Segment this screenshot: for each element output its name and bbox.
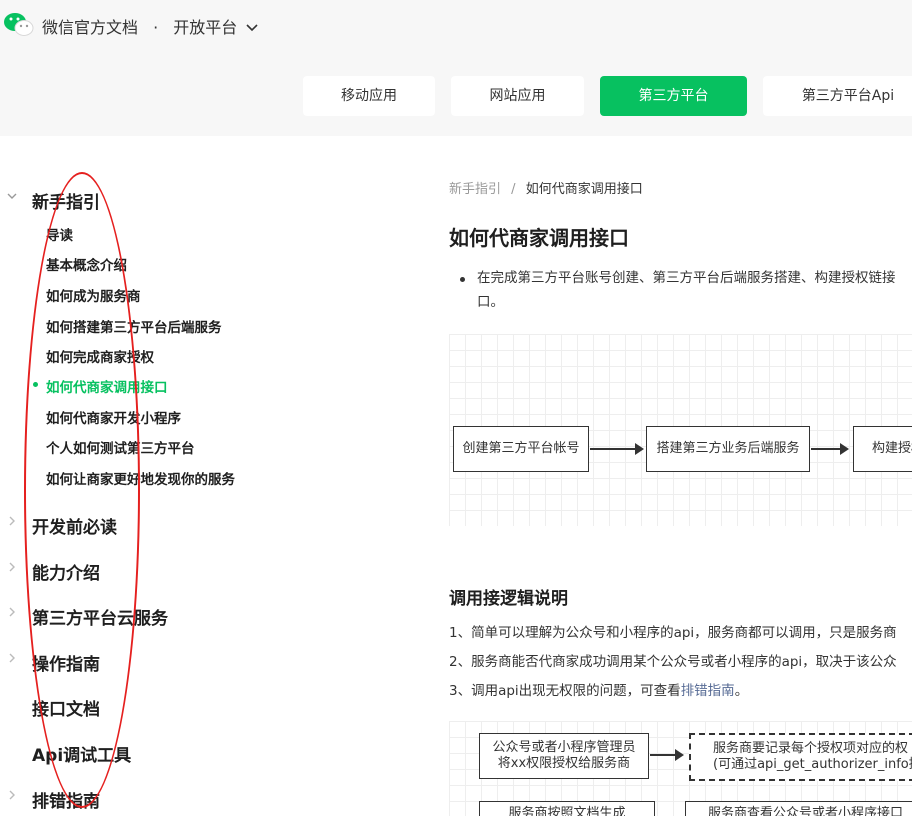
explanation-line: 2、服务商能否代商家成功调用某个公众号或者小程序的api，取决于该公众 <box>449 654 897 670</box>
brand-title[interactable]: 微信官方文档 · 开放平台 <box>42 14 258 38</box>
breadcrumb-separator: / <box>511 182 516 197</box>
sidebar-section-label: 排错指南 <box>32 792 100 812</box>
sidebar-nav: 新手指引 导读 基本概念介绍 如何成为服务商 如何搭建第三方平台后端服务 如何完… <box>0 136 312 816</box>
breadcrumb-parent-link[interactable]: 新手指引 <box>449 182 501 197</box>
main-content: 新手指引 / 如何代商家调用接口 如何代商家调用接口 在完成第三方平台账号创建、… <box>312 136 912 816</box>
logic-step-check-interface: 服务商查看公众号或者小程序接口 <box>685 801 912 816</box>
explanation-line-3: 3、调用api出现无权限的问题，可查看排错指南。 <box>449 679 748 699</box>
logic-step-record-permissions: 服务商要记录每个授权项对应的权 (可通过api_get_authorizer_i… <box>689 733 912 781</box>
sidebar-section-label: 操作指南 <box>32 655 100 675</box>
flow-step-build-backend: 搭建第三方业务后端服务 <box>646 426 810 472</box>
sidebar-section-label: 接口文档 <box>32 700 100 720</box>
top-header: 微信官方文档 · 开放平台 <box>0 0 912 57</box>
intro-line: 在完成第三方平台账号创建、第三方平台后端服务搭建、构建授权链接 <box>477 270 896 286</box>
intro-line: 口。 <box>477 294 504 310</box>
arrow-right-icon <box>650 749 684 761</box>
sidebar-item-become-provider[interactable]: 如何成为服务商 <box>46 285 141 305</box>
box-line: 将xx权限授权给服务商 <box>497 756 631 771</box>
chevron-right-icon[interactable] <box>6 561 18 576</box>
intro-paragraph: 在完成第三方平台账号创建、第三方平台后端服务搭建、构建授权链接 口。 <box>477 266 912 314</box>
arrow-right-icon <box>811 443 849 455</box>
chevron-right-icon[interactable] <box>6 789 18 804</box>
box-line: 服务商要记录每个授权项对应的权 <box>713 741 909 756</box>
tab-third-party-api[interactable]: 第三方平台Api <box>763 76 912 116</box>
flow-step-build-auth: 构建授权 <box>853 426 912 472</box>
flow-step-create-account: 创建第三方平台帐号 <box>453 426 589 472</box>
sidebar-section-label: Api调试工具 <box>32 746 132 766</box>
logic-diagram: 公众号或者小程序管理员 将xx权限授权给服务商 服务商要记录每个授权项对应的权 … <box>449 721 912 816</box>
docs-title[interactable]: 微信官方文档 <box>42 18 138 37</box>
tab-website-app[interactable]: 网站应用 <box>451 76 584 116</box>
box-line: 公众号或者小程序管理员 <box>492 740 636 755</box>
sidebar-item-discover-service[interactable]: 如何让商家更好地发现你的服务 <box>46 468 235 488</box>
sidebar-item-concepts[interactable]: 基本概念介绍 <box>46 254 127 274</box>
chevron-right-icon[interactable] <box>6 515 18 530</box>
troubleshooting-link[interactable]: 排错指南 <box>681 683 735 699</box>
breadcrumb: 新手指引 / 如何代商家调用接口 <box>449 178 643 197</box>
sidebar-section-label: 第三方平台云服务 <box>32 609 168 629</box>
sidebar-section-label: 能力介绍 <box>32 564 100 584</box>
chevron-right-icon[interactable] <box>6 606 18 621</box>
sidebar-section-label: 开发前必读 <box>32 518 117 538</box>
breadcrumb-current: 如何代商家调用接口 <box>525 182 643 197</box>
sidebar-section-label: 新手指引 <box>32 193 100 213</box>
active-item-dot-icon <box>33 382 38 387</box>
chevron-down-icon[interactable] <box>6 190 18 205</box>
sidebar-item-build-backend[interactable]: 如何搭建第三方平台后端服务 <box>46 316 222 336</box>
chevron-down-icon[interactable] <box>246 22 258 36</box>
page-title: 如何代商家调用接口 <box>449 226 629 250</box>
section-heading: 调用接逻辑说明 <box>449 589 568 609</box>
explanation-text: 3、调用api出现无权限的问题，可查看 <box>449 683 681 699</box>
box-line: (可通过api_get_authorizer_info接 <box>713 757 912 772</box>
brand-separator: · <box>153 18 159 37</box>
sidebar-item-intro[interactable]: 导读 <box>46 224 73 244</box>
tab-third-party-platform[interactable]: 第三方平台 <box>600 76 747 116</box>
flow-diagram: 创建第三方平台帐号 搭建第三方业务后端服务 构建授权 <box>449 334 912 526</box>
sidebar-item-personal-test[interactable]: 个人如何测试第三方平台 <box>46 437 195 457</box>
sidebar-item-develop-miniprogram[interactable]: 如何代商家开发小程序 <box>46 407 181 427</box>
wechat-logo-icon[interactable] <box>2 10 36 38</box>
tab-mobile-app[interactable]: 移动应用 <box>303 76 435 116</box>
platform-selector[interactable]: 开放平台 <box>173 18 237 37</box>
arrow-right-icon <box>590 443 644 455</box>
logic-step-admin-authorize: 公众号或者小程序管理员 将xx权限授权给服务商 <box>479 733 649 779</box>
bullet-icon <box>460 277 465 282</box>
sidebar-item-merchant-auth[interactable]: 如何完成商家授权 <box>46 346 154 366</box>
sidebar-item-call-api[interactable]: 如何代商家调用接口 <box>46 376 168 396</box>
line-suffix: 。 <box>734 683 749 699</box>
explanation-line: 1、简单可以理解为公众号和小程序的api，服务商都可以调用，只是服务商 <box>449 625 897 641</box>
chevron-right-icon[interactable] <box>6 652 18 667</box>
logic-step-generate-per-doc: 服务商按照文档生成 <box>479 801 655 816</box>
category-tabs: 移动应用 网站应用 第三方平台 第三方平台Api <box>0 56 912 136</box>
